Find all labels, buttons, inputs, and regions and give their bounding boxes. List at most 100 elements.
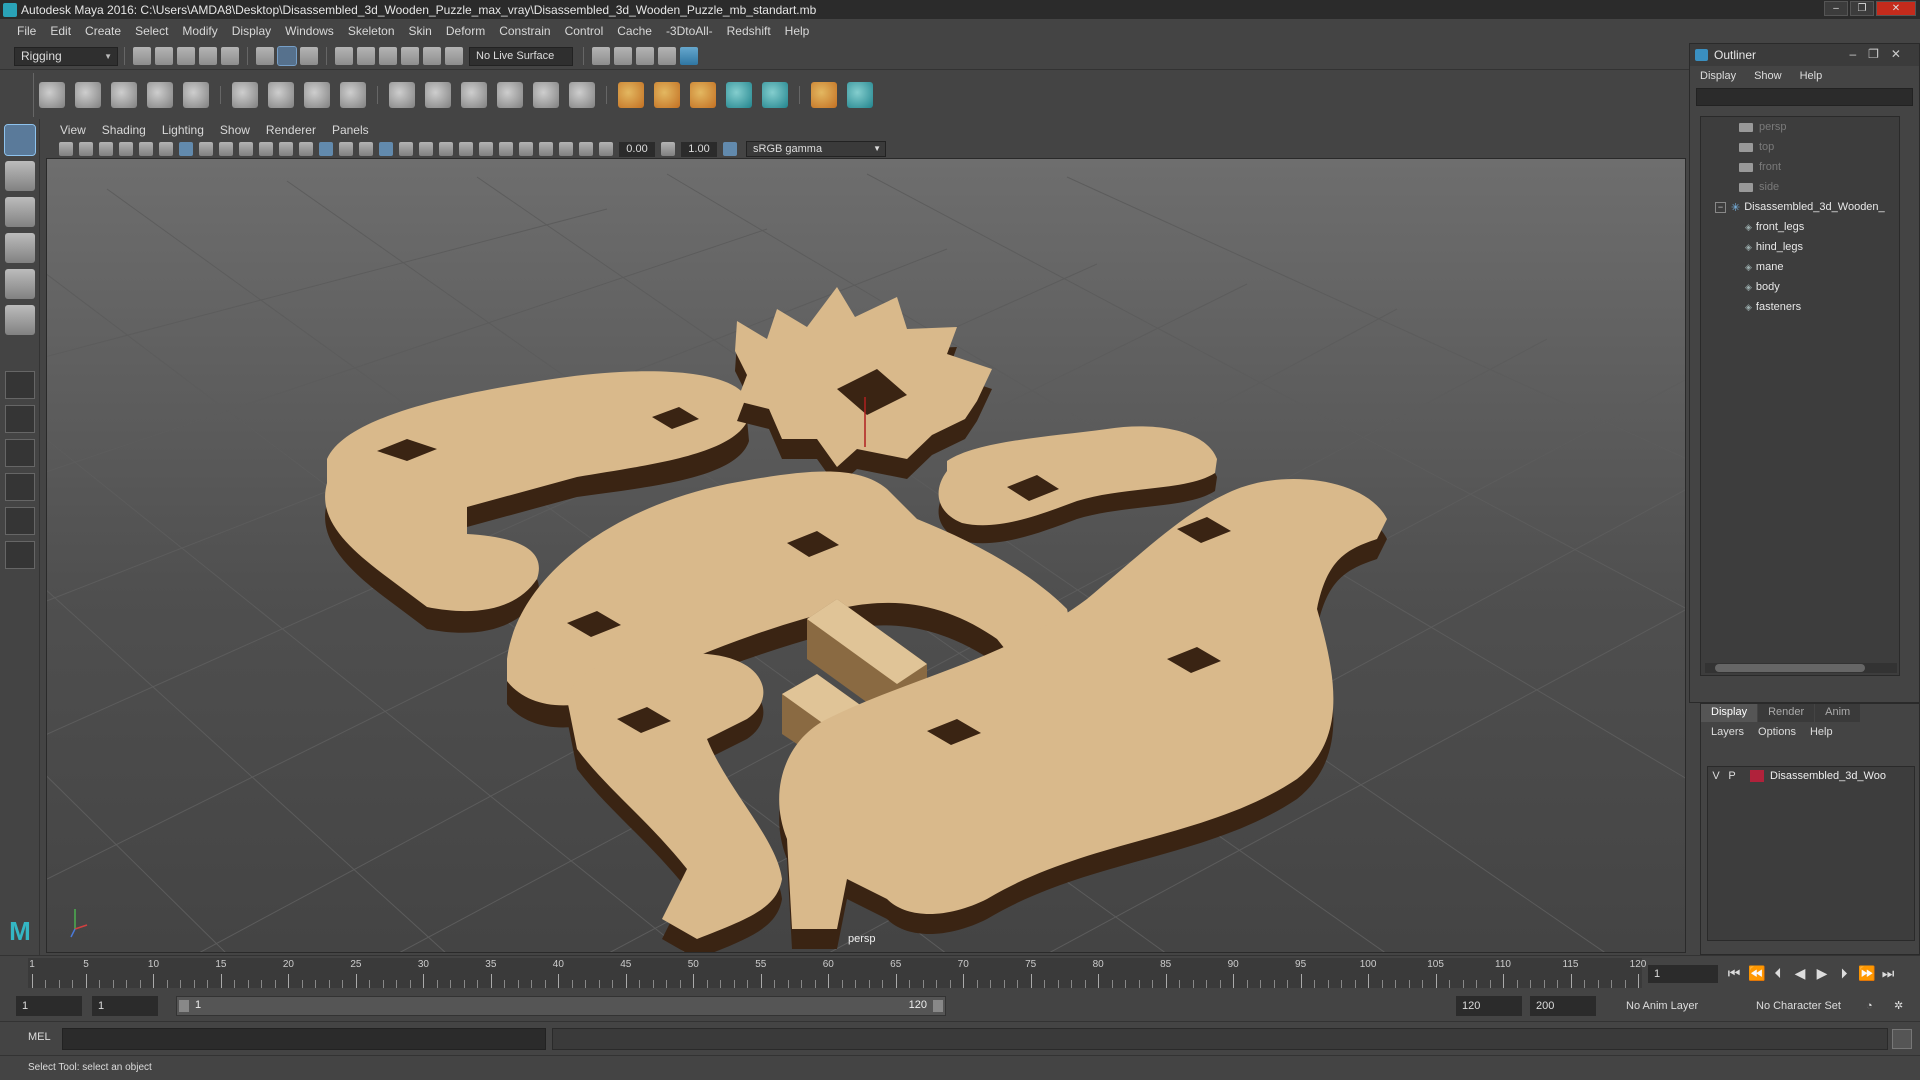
play-backwards-button[interactable]: ◀ <box>1792 965 1808 982</box>
menu-windows[interactable]: Windows <box>278 24 341 38</box>
outliner-item-body[interactable]: ◈ body <box>1701 277 1899 297</box>
undo-icon[interactable] <box>199 47 217 65</box>
textured-icon[interactable] <box>379 142 393 156</box>
panel-menu-renderer[interactable]: Renderer <box>258 123 324 137</box>
range-start-handle[interactable] <box>179 1000 189 1012</box>
human-ik-icon[interactable] <box>726 81 752 108</box>
ik-fk-icon[interactable] <box>654 81 680 108</box>
motion-blur-icon[interactable] <box>459 142 473 156</box>
graph-persp-layout-icon[interactable] <box>5 507 35 535</box>
animation-start-field[interactable]: 1 <box>16 996 82 1016</box>
layer-playback-toggle[interactable]: P <box>1724 770 1740 782</box>
resolution-gate-icon[interactable] <box>219 142 233 156</box>
cluster-icon[interactable] <box>340 81 366 108</box>
scrollbar-thumb[interactable] <box>1715 664 1865 672</box>
joint-tool-icon[interactable] <box>39 81 65 108</box>
paint-weights-icon[interactable] <box>811 81 837 108</box>
point-constraint-icon[interactable] <box>389 81 415 108</box>
snap-point-icon[interactable] <box>379 47 397 65</box>
menu-modify[interactable]: Modify <box>175 24 224 38</box>
snap-view-plane-icon[interactable] <box>423 47 441 65</box>
menu-set-dropdown[interactable]: Rigging <box>14 46 118 66</box>
select-object-icon[interactable] <box>277 46 297 66</box>
menu-create[interactable]: Create <box>78 24 128 38</box>
menu-redshift[interactable]: Redshift <box>720 24 778 38</box>
select-component-icon[interactable] <box>300 47 318 65</box>
outliner-menu-display[interactable]: Display <box>1700 70 1754 82</box>
menu-skin[interactable]: Skin <box>402 24 439 38</box>
menu-skeleton[interactable]: Skeleton <box>341 24 402 38</box>
range-bar[interactable]: 1 120 <box>176 996 946 1016</box>
lattice-icon[interactable] <box>304 81 330 108</box>
outliner-item-hind-legs[interactable]: ◈ hind_legs <box>1701 237 1899 257</box>
character-control-icon[interactable] <box>762 81 788 108</box>
auto-key-icon[interactable]: ◔ <box>1862 996 1882 1016</box>
blend-shape-icon[interactable] <box>690 81 716 108</box>
new-scene-icon[interactable] <box>133 47 151 65</box>
ik-spline-icon[interactable] <box>111 81 137 108</box>
outliner-item-front-legs[interactable]: ◈ front_legs <box>1701 217 1899 237</box>
pole-vector-icon[interactable] <box>569 81 595 108</box>
image-plane-icon[interactable] <box>119 142 133 156</box>
script-editor-icon[interactable] <box>1892 1029 1912 1049</box>
ipr-render-icon[interactable] <box>636 47 655 65</box>
live-surface-field[interactable]: No Live Surface <box>469 46 574 66</box>
outliner-item-mane[interactable]: ◈ mane <box>1701 257 1899 277</box>
gate-mask-icon[interactable] <box>239 142 253 156</box>
use-all-lights-icon[interactable] <box>399 142 413 156</box>
wireframe-icon[interactable] <box>299 142 313 156</box>
paint-select-tool-icon[interactable] <box>5 197 35 227</box>
snap-projected-center-icon[interactable] <box>401 47 419 65</box>
isolate-select-icon[interactable] <box>519 142 533 156</box>
exposure-icon[interactable] <box>599 142 613 156</box>
smooth-bind-icon[interactable] <box>268 81 294 108</box>
parent-constraint-icon[interactable] <box>533 81 559 108</box>
outliner-item-persp[interactable]: persp <box>1701 117 1899 137</box>
time-ruler[interactable]: 1 5 10 15 20 25 30 35 40 45 50 55 60 65 70 75 80 85 90 95 10… <box>28 958 1646 988</box>
panel-menu-panels[interactable]: Panels <box>324 123 377 137</box>
aim-constraint-icon[interactable] <box>425 81 451 108</box>
move-tool-icon[interactable] <box>5 233 35 263</box>
lasso-tool-icon[interactable] <box>5 161 35 191</box>
outliner-item-side[interactable]: side <box>1701 177 1899 197</box>
grid-icon[interactable] <box>179 142 193 156</box>
menu-constrain[interactable]: Constrain <box>492 24 557 38</box>
menu-select[interactable]: Select <box>128 24 175 38</box>
outliner-window-controls[interactable]: –❐✕ <box>1850 47 1914 61</box>
hypershade-persp-layout-icon[interactable] <box>5 541 35 569</box>
field-chart-icon[interactable] <box>259 142 273 156</box>
animation-end-field[interactable]: 200 <box>1530 996 1596 1016</box>
use-default-material-icon[interactable] <box>339 142 353 156</box>
make-live-icon[interactable] <box>445 47 463 65</box>
safe-action-icon[interactable] <box>279 142 293 156</box>
shelf-tab-handle[interactable] <box>20 72 34 117</box>
snap-grid-icon[interactable] <box>335 47 353 65</box>
animation-preferences-icon[interactable]: ✲ <box>1890 996 1910 1016</box>
menu-edit[interactable]: Edit <box>43 24 78 38</box>
component-editor-icon[interactable] <box>847 81 873 108</box>
close-button[interactable]: ✕ <box>1876 1 1916 16</box>
step-back-frame-button[interactable]: ⏴ <box>1770 965 1786 982</box>
tab-anim[interactable]: Anim <box>1815 704 1861 722</box>
hypershade-icon[interactable] <box>680 47 699 65</box>
layer-visibility-toggle[interactable]: V <box>1708 770 1724 782</box>
gamma-icon[interactable] <box>661 142 675 156</box>
current-frame-field[interactable]: 1 <box>1648 965 1718 983</box>
multisample-aa-icon[interactable] <box>479 142 493 156</box>
camera-attributes-icon[interactable] <box>79 142 93 156</box>
side-by-side-layout-icon[interactable] <box>5 439 35 467</box>
menu-control[interactable]: Control <box>558 24 611 38</box>
menu-deform[interactable]: Deform <box>439 24 492 38</box>
shadows-icon[interactable] <box>419 142 433 156</box>
outliner-search-field[interactable] <box>1696 88 1913 106</box>
orient-constraint-icon[interactable] <box>461 81 487 108</box>
step-forward-frame-button[interactable]: ⏵ <box>1836 965 1852 982</box>
layer-row[interactable]: V P Disassembled_3d_Woo <box>1708 767 1914 785</box>
single-view-layout-icon[interactable] <box>5 371 35 399</box>
perspective-viewport[interactable] <box>46 158 1686 953</box>
color-management-icon[interactable] <box>723 142 737 156</box>
maximize-button[interactable]: ❐ <box>1850 1 1874 16</box>
menu-3dtoall[interactable]: -3DtoAll- <box>659 24 720 38</box>
collapse-toggle-icon[interactable]: − <box>1715 201 1726 213</box>
two-d-pan-icon[interactable] <box>159 142 173 156</box>
